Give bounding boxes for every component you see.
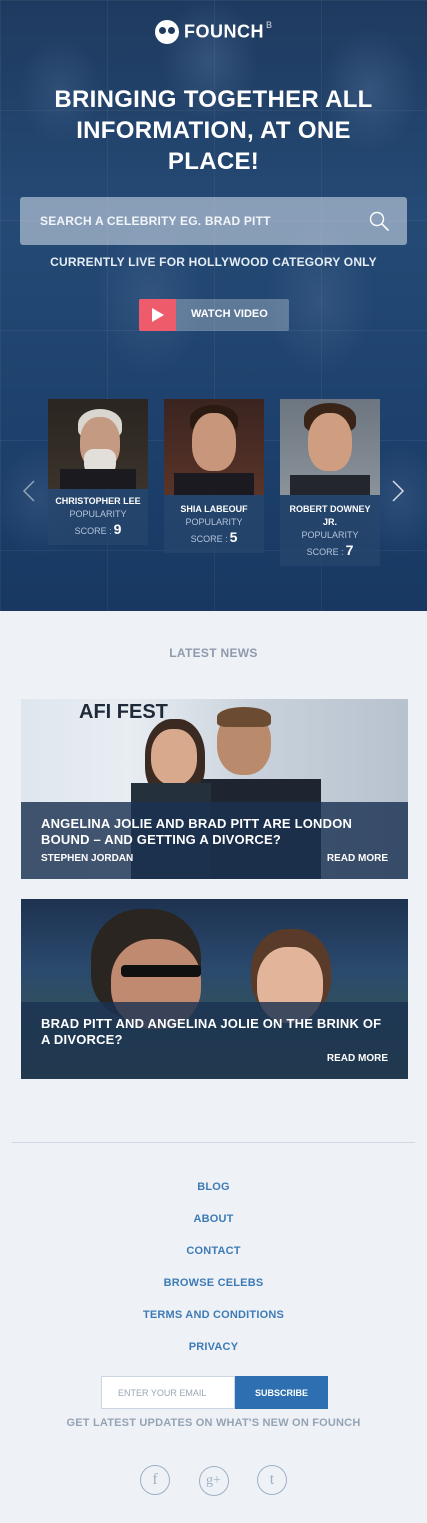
google-plus-icon[interactable]: g+	[198, 1466, 229, 1496]
carousel-prev-icon[interactable]	[22, 479, 36, 503]
subscribe-button[interactable]: SUBSCRIBE	[235, 1376, 328, 1409]
live-category-note: CURRENTLY LIVE FOR HOLLYWOOD CATEGORY ON…	[50, 255, 377, 269]
news-author: STEPHEN JORDAN	[41, 853, 134, 864]
celebrity-card[interactable]: ROBERT DOWNEY JR. POPULARITY SCORE :7	[280, 399, 380, 566]
footer-link-blog[interactable]: BLOG	[0, 1178, 427, 1210]
popularity-score: SCORE :9	[52, 521, 144, 539]
celebrity-photo	[164, 399, 264, 495]
facebook-icon[interactable]: f	[140, 1465, 171, 1495]
footer-link-terms[interactable]: TERMS AND CONDITIONS	[0, 1306, 427, 1338]
celebrity-name: CHRISTOPHER LEE	[55, 496, 141, 506]
carousel-next-icon[interactable]	[391, 479, 405, 503]
news-card[interactable]: AFI FEST ANGELINA JOLIE AND BRAD PITT AR…	[21, 699, 408, 879]
read-more-link[interactable]: READ MORE	[327, 1053, 388, 1064]
news-headline[interactable]: ANGELINA JOLIE AND BRAD PITT ARE LONDON …	[41, 816, 388, 848]
popularity-label: POPULARITY	[301, 530, 359, 540]
news-overlay: BRAD PITT AND ANGELINA JOLIE ON THE BRIN…	[21, 1002, 408, 1079]
popularity-label: POPULARITY	[69, 509, 127, 519]
footer-link-privacy[interactable]: PRIVACY	[0, 1338, 427, 1370]
latest-news-heading: LATEST NEWS	[169, 646, 258, 660]
twitter-icon[interactable]: t	[256, 1465, 287, 1495]
popularity-score: SCORE :7	[284, 542, 376, 560]
owl-logo-icon	[154, 20, 179, 44]
hero-section: FOUNCH B BRINGING TOGETHER ALL INFORMATIO…	[0, 0, 427, 611]
subscribe-note: GET LATEST UPDATES ON WHAT'S NEW ON FOUN…	[66, 1417, 361, 1429]
celebrity-photo	[280, 399, 380, 495]
footer-link-contact[interactable]: CONTACT	[0, 1242, 427, 1274]
news-card[interactable]: BRAD PITT AND ANGELINA JOLIE ON THE BRIN…	[21, 899, 408, 1079]
footer-link-browse-celebs[interactable]: BROWSE CELEBS	[0, 1274, 427, 1306]
celebrity-info: ROBERT DOWNEY JR. POPULARITY SCORE :7	[280, 495, 380, 566]
brand-superscript: B	[265, 20, 272, 30]
score-label: SCORE :	[74, 526, 112, 536]
email-field[interactable]	[101, 1376, 235, 1409]
watch-video-button[interactable]: WATCH VIDEO	[139, 299, 289, 331]
read-more-link[interactable]: READ MORE	[327, 853, 388, 864]
score-label: SCORE :	[306, 547, 344, 557]
footer-divider	[12, 1142, 415, 1143]
search-icon[interactable]	[369, 211, 389, 231]
news-headline[interactable]: BRAD PITT AND ANGELINA JOLIE ON THE BRIN…	[41, 1016, 388, 1048]
popularity-label: POPULARITY	[185, 517, 243, 527]
celebrity-photo	[48, 399, 148, 489]
subscribe-form: SUBSCRIBE	[101, 1376, 328, 1409]
celebrity-name: ROBERT DOWNEY JR.	[289, 504, 371, 527]
celebrity-name: SHIA LABEOUF	[180, 504, 248, 514]
news-meta: STEPHEN JORDAN READ MORE	[41, 853, 388, 867]
social-links: f g+ t	[0, 1465, 427, 1496]
celebrity-info: SHIA LABEOUF POPULARITY SCORE :5	[164, 495, 264, 553]
logo[interactable]: FOUNCH B	[0, 20, 427, 44]
score-label: SCORE :	[190, 534, 228, 544]
news-meta: READ MORE	[41, 1053, 388, 1067]
search-bar	[20, 197, 407, 245]
score-value: 7	[345, 542, 354, 558]
search-input[interactable]	[20, 197, 360, 245]
afi-fest-backdrop-text: AFI FEST	[79, 701, 168, 723]
play-icon	[139, 299, 176, 331]
celebrity-card[interactable]: SHIA LABEOUF POPULARITY SCORE :5	[164, 399, 264, 553]
footer-nav: BLOG ABOUT CONTACT BROWSE CELEBS TERMS A…	[0, 1178, 427, 1370]
celebrity-card[interactable]: CHRISTOPHER LEE POPULARITY SCORE :9	[48, 399, 148, 545]
hero-headline: BRINGING TOGETHER ALL INFORMATION, AT ON…	[54, 86, 373, 175]
news-overlay: ANGELINA JOLIE AND BRAD PITT ARE LONDON …	[21, 802, 408, 879]
footer-link-about[interactable]: ABOUT	[0, 1210, 427, 1242]
score-value: 9	[113, 521, 122, 537]
popularity-score: SCORE :5	[168, 529, 260, 547]
watch-video-label: WATCH VIDEO	[191, 308, 268, 320]
brand-name: FOUNCH	[183, 21, 264, 42]
score-value: 5	[229, 529, 238, 545]
celebrity-info: CHRISTOPHER LEE POPULARITY SCORE :9	[48, 489, 148, 545]
